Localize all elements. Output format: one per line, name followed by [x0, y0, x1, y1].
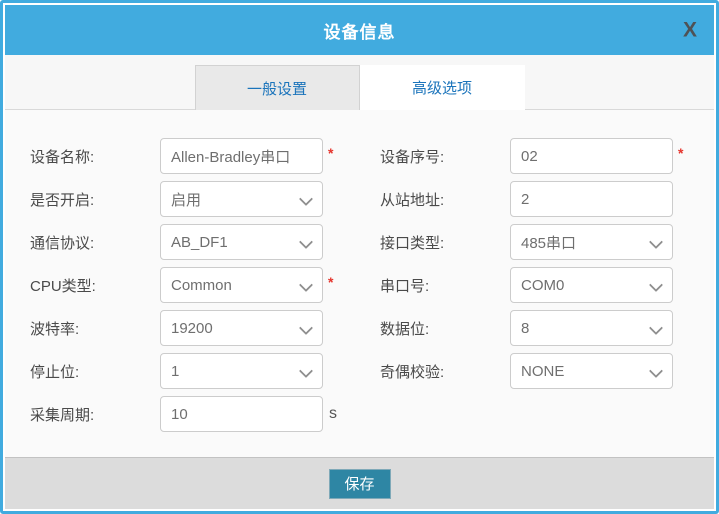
tab-bar: 一般设置 高级选项 [5, 55, 714, 110]
chevron-down-icon [649, 235, 663, 249]
tab-advanced-options[interactable]: 高级选项 [360, 65, 525, 110]
title-bar: 设备信息 X [5, 5, 714, 55]
collect-period-field: 采集周期: s [5, 396, 350, 432]
device-serial-field: 设备序号: * [350, 138, 683, 174]
form-row: 波特率: 19200 数据位: 8 [5, 310, 714, 346]
form-area: 设备名称: * 设备序号: * 是否开启: 启用 从站地址: [5, 110, 714, 457]
field-label: 奇偶校验: [380, 361, 510, 382]
form-row: 通信协议: AB_DF1 接口类型: 485串口 [5, 224, 714, 260]
tab-general-settings[interactable]: 一般设置 [195, 65, 360, 110]
chevron-down-icon [649, 278, 663, 292]
form-row: 是否开启: 启用 从站地址: [5, 181, 714, 217]
select-value: 8 [521, 320, 529, 337]
required-asterisk: * [328, 145, 333, 161]
close-button[interactable]: X [683, 20, 697, 41]
select-value: Common [171, 277, 232, 294]
chevron-down-icon [299, 192, 313, 206]
select-value: COM0 [521, 277, 564, 294]
dialog-title: 设备信息 [324, 18, 396, 43]
field-label: 数据位: [380, 318, 510, 339]
serial-port-select[interactable]: COM0 [510, 267, 673, 303]
form-row: 停止位: 1 奇偶校验: NONE [5, 353, 714, 389]
interface-type-field: 接口类型: 485串口 [350, 224, 673, 260]
select-value: 485串口 [521, 232, 576, 253]
field-label: 串口号: [380, 275, 510, 296]
device-serial-input[interactable] [510, 138, 673, 174]
required-asterisk: * [678, 145, 683, 161]
chevron-down-icon [649, 364, 663, 378]
form-row: CPU类型: Common * 串口号: COM0 [5, 267, 714, 303]
slave-address-field: 从站地址: [350, 181, 673, 217]
slave-address-input[interactable] [510, 181, 673, 217]
form-row: 设备名称: * 设备序号: * [5, 138, 714, 174]
cpu-type-select[interactable]: Common [160, 267, 323, 303]
chevron-down-icon [649, 321, 663, 335]
chevron-down-icon [299, 235, 313, 249]
device-info-dialog: 设备信息 X 一般设置 高级选项 设备名称: * 设备序号: * 是否开启: 启… [0, 0, 719, 514]
select-value: 1 [171, 363, 179, 380]
device-name-field: 设备名称: * [5, 138, 350, 174]
protocol-field: 通信协议: AB_DF1 [5, 224, 350, 260]
chevron-down-icon [299, 321, 313, 335]
field-label: 接口类型: [380, 232, 510, 253]
chevron-down-icon [299, 364, 313, 378]
field-label: 设备序号: [380, 146, 510, 167]
form-row: 采集周期: s [5, 396, 714, 432]
chevron-down-icon [299, 278, 313, 292]
baud-rate-field: 波特率: 19200 [5, 310, 350, 346]
device-name-input[interactable] [160, 138, 323, 174]
field-label: 从站地址: [380, 189, 510, 210]
select-value: 启用 [171, 189, 201, 210]
field-label: 设备名称: [30, 146, 160, 167]
parity-select[interactable]: NONE [510, 353, 673, 389]
baud-rate-select[interactable]: 19200 [160, 310, 323, 346]
save-button[interactable]: 保存 [329, 469, 391, 499]
interface-type-select[interactable]: 485串口 [510, 224, 673, 260]
field-label: 波特率: [30, 318, 160, 339]
enabled-field: 是否开启: 启用 [5, 181, 350, 217]
serial-port-field: 串口号: COM0 [350, 267, 673, 303]
stop-bits-field: 停止位: 1 [5, 353, 350, 389]
footer-bar: 保存 [5, 457, 714, 509]
parity-field: 奇偶校验: NONE [350, 353, 673, 389]
field-label: CPU类型: [30, 275, 160, 296]
required-asterisk: * [328, 274, 333, 290]
field-label: 通信协议: [30, 232, 160, 253]
cpu-type-field: CPU类型: Common * [5, 267, 350, 303]
stop-bits-select[interactable]: 1 [160, 353, 323, 389]
enabled-select[interactable]: 启用 [160, 181, 323, 217]
field-label: 采集周期: [30, 404, 160, 425]
field-label: 是否开启: [30, 189, 160, 210]
select-value: NONE [521, 363, 564, 380]
collect-period-input[interactable] [160, 396, 323, 432]
data-bits-select[interactable]: 8 [510, 310, 673, 346]
select-value: 19200 [171, 320, 213, 337]
seconds-unit-label: s [329, 405, 337, 423]
select-value: AB_DF1 [171, 234, 228, 251]
protocol-select[interactable]: AB_DF1 [160, 224, 323, 260]
data-bits-field: 数据位: 8 [350, 310, 673, 346]
field-label: 停止位: [30, 361, 160, 382]
